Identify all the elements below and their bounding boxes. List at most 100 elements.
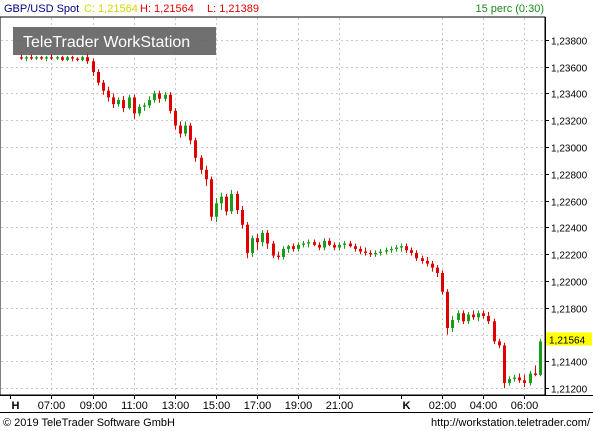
candle-body: [25, 57, 28, 59]
candle-body: [457, 313, 460, 320]
copyright-text: © 2019 TeleTrader Software GmbH: [3, 417, 175, 429]
y-tick-label: 1,22600: [551, 198, 588, 209]
candle-body: [513, 377, 516, 379]
candle-body: [529, 373, 532, 383]
high-label: H: 1,21564: [140, 3, 194, 15]
footer-url[interactable]: http://workstation.teletrader.com/: [431, 417, 591, 429]
candle-body: [261, 232, 264, 243]
candle-body: [143, 105, 146, 107]
candle-body: [472, 314, 475, 318]
candle-body: [81, 57, 84, 60]
candle-body: [518, 377, 521, 381]
y-tick-label: 1,23600: [551, 64, 588, 75]
candle-body: [158, 93, 161, 99]
candle-body: [179, 125, 182, 134]
candle-body: [385, 250, 388, 252]
x-tick-label: 21:00: [326, 400, 354, 412]
candle-down: [169, 92, 172, 114]
candle-body: [117, 100, 120, 105]
chart-window: GBP/USD Spot C: 1,21564 H: 1,21564 L: 1,…: [0, 0, 593, 431]
y-tick-label: 1,23000: [551, 144, 588, 155]
x-tick-label: 04:00: [470, 400, 498, 412]
candle-body: [354, 246, 357, 249]
candle-body: [338, 244, 341, 248]
candle-body: [236, 193, 239, 211]
candle-body: [349, 243, 352, 247]
y-tick-label: 1,23800: [551, 37, 588, 48]
candle-body: [277, 255, 280, 257]
candle-body: [56, 57, 59, 59]
candle-body: [328, 240, 331, 245]
candle-body: [230, 193, 233, 212]
candle-body: [251, 238, 254, 253]
candle-body: [66, 57, 69, 60]
candle-body: [76, 58, 79, 60]
candle-body: [323, 240, 326, 248]
x-tick-label: 13:00: [162, 400, 190, 412]
candle-body: [45, 57, 48, 59]
candle-body: [400, 246, 403, 248]
y-tick-label: 1,21400: [551, 358, 588, 369]
y-tick-label: 1,23200: [551, 117, 588, 128]
interval-label: 15 perc (0:30): [476, 3, 544, 15]
y-tick-label: 1,22400: [551, 224, 588, 235]
candle-body: [431, 263, 434, 268]
candle-body: [128, 97, 131, 109]
candle-body: [374, 252, 377, 255]
candle-body: [482, 313, 485, 316]
candle-body: [138, 106, 141, 114]
candle-body: [379, 251, 382, 253]
candle-body: [256, 238, 259, 243]
candle-body: [122, 100, 125, 109]
y-tick-label: 1,21200: [551, 385, 588, 396]
candle-body: [40, 57, 43, 59]
candle-body: [395, 247, 398, 249]
candle-body: [30, 57, 33, 59]
candle-body: [282, 248, 285, 257]
y-tick-label: 1,22000: [551, 278, 588, 289]
low-label: L: 1,21389: [207, 3, 259, 15]
candle-body: [225, 196, 228, 212]
candle-down: [246, 222, 249, 259]
candle-down: [446, 289, 449, 335]
x-tick-label: 17:00: [244, 400, 272, 412]
candle-body: [539, 341, 542, 375]
candle-body: [493, 321, 496, 342]
x-tick-label: 06:00: [511, 400, 539, 412]
candle-body: [446, 291, 449, 328]
candle-body: [220, 196, 223, 204]
candle-body: [112, 97, 115, 105]
candle-body: [369, 252, 372, 255]
candle-body: [210, 179, 213, 217]
candle-body: [477, 313, 480, 318]
candle-body: [272, 243, 275, 256]
candle-body: [35, 57, 38, 59]
candle-body: [189, 125, 192, 141]
candle-body: [503, 345, 506, 383]
candle-body: [508, 378, 511, 383]
x-day-label: K: [403, 400, 411, 412]
candle-body: [133, 97, 136, 114]
candle-down: [503, 342, 506, 389]
candle-body: [86, 57, 89, 62]
candle-body: [390, 248, 393, 251]
candle-body: [102, 82, 105, 91]
candle-body: [467, 314, 470, 322]
chart-canvas: GBP/USD Spot C: 1,21564 H: 1,21564 L: 1,…: [0, 0, 593, 429]
candle-body: [50, 57, 53, 59]
candle-body: [107, 90, 110, 98]
candle-body: [415, 252, 418, 259]
candle-body: [359, 248, 362, 252]
candle-down: [441, 270, 444, 295]
candle-body: [436, 267, 439, 274]
candle-body: [523, 380, 526, 383]
candle-body: [241, 210, 244, 225]
candle-body: [287, 246, 290, 249]
candle-body: [405, 246, 408, 251]
candle-body: [302, 243, 305, 245]
candle-body: [313, 242, 316, 245]
candle-body: [292, 246, 295, 249]
candle-body: [426, 260, 429, 264]
candle-body: [184, 125, 187, 134]
candle-body: [441, 273, 444, 292]
